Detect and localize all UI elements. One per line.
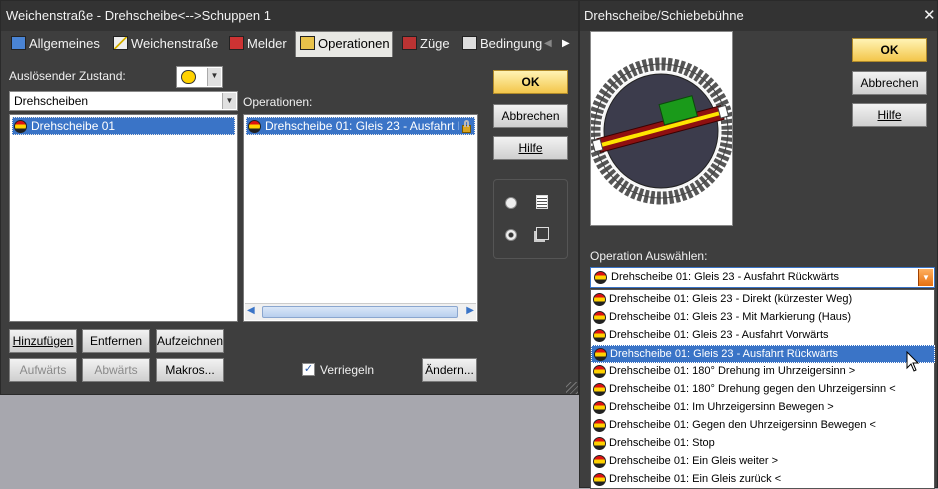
trigger-state-picker[interactable]: ▼ [176,66,223,88]
macros-button[interactable]: Makros... [156,358,224,382]
tab-detectors[interactable]: Melder [225,32,291,56]
help-button[interactable]: Hilfe [852,103,927,127]
add-button[interactable]: Hinzufügen [9,329,77,353]
turntable-icon [593,311,606,324]
scroll-left-icon[interactable]: ◀ [247,305,255,316]
trigger-state-icon [181,70,196,84]
turntable-icon [594,271,607,284]
trains-tab-icon [402,36,417,50]
cancel-button[interactable]: Abbrechen [852,71,927,95]
ok-button[interactable]: OK [493,70,568,94]
chevron-down-icon[interactable]: ▼ [222,93,236,109]
dropdown-item[interactable]: Drehscheibe 01: Gleis 23 - Direkt (kürze… [591,291,935,309]
dropdown-item[interactable]: Drehscheibe 01: Gleis 23 - Ausfahrt Vorw… [591,327,935,345]
general-tab-icon [11,36,26,50]
lock-checkbox-label: Verriegeln [320,363,375,377]
dropdown-item[interactable]: Drehscheibe 01: 180° Drehung gegen den U… [591,381,935,399]
turntable-icon [593,455,606,468]
tab-route[interactable]: Weichenstraße [109,32,222,56]
scroll-right-icon[interactable]: ▶ [466,305,474,316]
dropdown-item[interactable]: Drehscheibe 01: Ein Gleis weiter > [591,453,935,471]
detector-tab-icon [229,36,244,50]
dropdown-item-highlighted[interactable]: Drehscheibe 01: Gleis 23 - Ausfahrt Rück… [591,345,935,363]
route-window: Weichenstraße - Drehscheibe<-->Schuppen … [0,0,579,395]
turntable-icon [14,120,27,133]
list-item[interactable]: Drehscheibe 01 [12,117,235,135]
cancel-button[interactable]: Abbrechen [493,104,568,128]
dropdown-item[interactable]: Drehscheibe 01: Gleis 23 - Mit Markierun… [591,309,935,327]
tab-trains[interactable]: Züge [398,32,454,56]
turntable-window: Drehscheibe/Schiebebühne ✕ OK Abbrechen … [579,0,938,489]
turntable-icon [593,437,606,450]
help-button[interactable]: Hilfe [493,136,568,160]
turntable-icon [248,120,261,133]
close-icon[interactable]: ✕ [923,6,936,24]
turntable-icon [594,348,607,361]
resize-grip-icon[interactable] [566,382,578,394]
turntable-list[interactable]: Drehscheibe 01 [9,114,238,322]
operation-select[interactable]: Drehscheibe 01: Gleis 23 - Ausfahrt Rück… [590,267,935,288]
tab-operations[interactable]: Operationen [295,31,393,57]
view-mode-group [493,179,568,259]
category-combo[interactable]: Drehscheiben ▼ [9,91,238,111]
route-tab-icon [113,36,128,50]
tab-general[interactable]: Allgemeines [7,32,104,56]
list-item[interactable]: Drehscheibe 01: Gleis 23 - Ausfahrt Rück… [246,117,475,135]
move-down-button[interactable]: Abwärts [82,358,150,382]
tab-scroll-left-icon[interactable]: ◀ [544,38,552,49]
tab-scroll-right-icon[interactable]: ▶ [562,38,570,49]
windows-view-icon [536,227,549,240]
turntable-preview [587,31,735,226]
turntable-icon [593,473,606,486]
remove-button[interactable]: Entfernen [82,329,150,353]
trigger-state-label: Auslösender Zustand: [9,69,126,83]
view-radio-2[interactable] [505,229,517,241]
dropdown-item[interactable]: Drehscheibe 01: Stop [591,435,935,453]
lock-icon [459,118,474,134]
turntable-icon [593,419,606,432]
record-button[interactable]: Aufzeichnen [156,329,224,353]
turntable-graphic [587,57,735,205]
tab-condition[interactable]: Bedingung [458,32,546,56]
route-window-title: Weichenstraße - Drehscheibe<-->Schuppen … [1,1,578,31]
change-button[interactable]: Ändern... [422,358,477,382]
turntable-icon [593,329,606,342]
chevron-down-icon[interactable]: ▼ [918,269,933,286]
move-up-button[interactable]: Aufwärts [9,358,77,382]
turntable-window-title: Drehscheibe/Schiebebühne [580,1,937,31]
scrollbar-thumb[interactable] [262,306,458,318]
turntable-icon [593,383,606,396]
horizontal-scrollbar[interactable]: ◀ ▶ [245,303,476,320]
dropdown-item[interactable]: Drehscheibe 01: Ein Gleis zurück < [591,471,935,489]
condition-tab-icon [462,36,477,50]
operation-select-label: Operation Auswählen: [590,249,708,263]
chevron-down-icon[interactable]: ▼ [207,68,221,86]
operations-tab-icon [300,36,315,50]
turntable-icon [593,401,606,414]
operations-list[interactable]: Drehscheibe 01: Gleis 23 - Ausfahrt Rück… [243,114,478,322]
turntable-icon [593,293,606,306]
list-view-icon [536,195,548,209]
ok-button[interactable]: OK [852,38,927,62]
operations-label: Operationen: [243,95,313,109]
dropdown-item[interactable]: Drehscheibe 01: 180° Drehung im Uhrzeige… [591,363,935,381]
turntable-icon [593,365,606,378]
dropdown-item[interactable]: Drehscheibe 01: Im Uhrzeigersinn Bewegen… [591,399,935,417]
mouse-cursor-icon [906,351,920,372]
operation-dropdown-list[interactable]: Drehscheibe 01: Gleis 23 - Direkt (kürze… [590,289,935,489]
lock-checkbox[interactable]: ✓ [302,363,315,376]
dropdown-item[interactable]: Drehscheibe 01: Gegen den Uhrzeigersinn … [591,417,935,435]
view-radio-1[interactable] [505,197,517,209]
